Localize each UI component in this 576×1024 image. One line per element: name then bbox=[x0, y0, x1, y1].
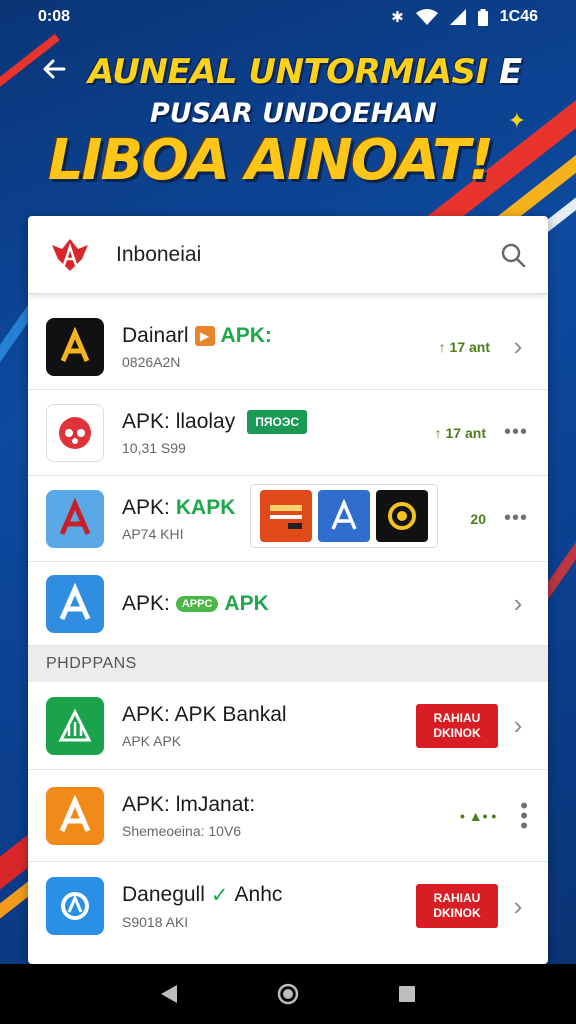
nav-back-icon[interactable] bbox=[159, 983, 179, 1005]
install-button[interactable]: RAHIAU DKINOK bbox=[416, 884, 498, 928]
nav-recents-icon[interactable] bbox=[397, 984, 417, 1004]
screenshot-thumb-icon bbox=[318, 490, 370, 542]
app-subtitle: 10,31 S99 bbox=[122, 439, 186, 456]
section-header: PHDPPANS bbox=[28, 646, 548, 682]
app-logo-icon bbox=[52, 238, 88, 271]
app-meta: APK: APPC APK bbox=[122, 592, 508, 616]
app-rating: ↑ 17 ant bbox=[438, 338, 490, 355]
app-title: APK: llaolay ПЯОЭС bbox=[122, 409, 435, 434]
chevron-right-icon[interactable]: › bbox=[508, 331, 528, 362]
bluetooth-icon: ✱ bbox=[391, 9, 404, 26]
nav-home-icon[interactable] bbox=[276, 982, 300, 1006]
back-arrow-icon[interactable] bbox=[40, 55, 72, 87]
chevron-right-icon[interactable]: › bbox=[508, 710, 528, 741]
check-icon: ✓ bbox=[210, 883, 229, 907]
app-icon-lmjanat bbox=[46, 786, 104, 845]
search-icon[interactable] bbox=[500, 242, 526, 268]
app-list-item[interactable]: Danegull ✓ Anhc S9018 AKI RAHIAU DKINOK … bbox=[28, 862, 548, 950]
app-meta: Dainarl ▶ APK: 0826A2N bbox=[122, 324, 439, 370]
header-title-line3: LIBOA AINOAT! bbox=[48, 128, 494, 193]
play-badge-icon: ▶ bbox=[194, 325, 215, 346]
app-icon-danegull bbox=[46, 877, 104, 935]
app-title: APK: APPC APK bbox=[122, 591, 269, 615]
screenshot-strip[interactable] bbox=[250, 484, 438, 548]
app-title: Danegull ✓ Anhc bbox=[122, 883, 283, 907]
app-subtitle: Shemeoeina: 10V6 bbox=[122, 822, 242, 839]
app-icon-llaolay bbox=[46, 403, 104, 462]
app-meta: APK: lmJanat: Shemeoeina: 10V6 bbox=[122, 793, 460, 839]
app-list-item[interactable]: APK: llaolay ПЯОЭС 10,31 S99 ↑ 17 ant ••… bbox=[28, 390, 548, 476]
chevron-right-icon[interactable]: › bbox=[508, 588, 528, 619]
app-icon-apk bbox=[46, 574, 104, 633]
chevron-right-icon[interactable]: › bbox=[508, 891, 528, 922]
battery-icon bbox=[477, 8, 488, 26]
search-bar[interactable]: Inboneiai bbox=[28, 216, 548, 294]
app-subtitle: S9018 AKI bbox=[122, 913, 189, 930]
search-input[interactable]: Inboneiai bbox=[116, 243, 500, 267]
more-horizontal-icon[interactable]: ••• bbox=[504, 507, 528, 530]
app-list-item[interactable]: APK: lmJanat: Shemeoeina: 10V6 • ▲• • • •… bbox=[28, 770, 548, 862]
screenshot-thumb-icon bbox=[260, 490, 312, 542]
signal-icon bbox=[449, 9, 466, 25]
more-vertical-icon[interactable]: • • • bbox=[520, 794, 528, 836]
navigation-bar bbox=[0, 964, 576, 1024]
app-rating: • ▲• • bbox=[459, 807, 497, 824]
status-time: 0:08 bbox=[38, 8, 71, 25]
app-list-item[interactable]: APK: KAPK AP74 KHI 20 ••• bbox=[28, 476, 548, 562]
app-meta: Danegull ✓ Anhc S9018 AKI bbox=[122, 883, 416, 930]
install-button[interactable]: RAHIAU DKINOK bbox=[416, 703, 498, 748]
app-tag: Anhc bbox=[234, 883, 283, 906]
app-title: APK: APK Bankal bbox=[122, 702, 287, 726]
app-tag: APK bbox=[224, 591, 269, 615]
app-icon-apk-bankal bbox=[46, 696, 104, 755]
app-subtitle: APK APK bbox=[122, 732, 182, 749]
header-title-line1-end: E bbox=[499, 52, 522, 92]
status-icons: ✱ 1C46 bbox=[391, 8, 538, 26]
app-rating: 20 bbox=[470, 510, 486, 527]
app-tag: KAPK bbox=[175, 495, 236, 519]
app-subtitle: 0826A2N bbox=[122, 353, 181, 370]
app-meta: APK: APK Bankal APK APK bbox=[122, 703, 416, 749]
app-title: Dainarl ▶ APK: bbox=[122, 323, 272, 347]
app-title: APK: lmJanat: bbox=[122, 792, 256, 816]
sparkle-icon: ✦ bbox=[507, 108, 526, 133]
screenshot-thumb-icon bbox=[376, 490, 428, 542]
status-bar: 0:08 ✱ 1C46 bbox=[0, 0, 576, 34]
app-icon-dainarl bbox=[46, 317, 104, 376]
app-list-item[interactable]: Dainarl ▶ APK: 0826A2N ↑ 17 ant › bbox=[28, 304, 548, 390]
app-chip: ПЯОЭС bbox=[247, 409, 308, 434]
app-icon-kapk bbox=[46, 489, 104, 548]
app-pill: APPC bbox=[175, 595, 219, 612]
status-clock: 1C46 bbox=[499, 8, 538, 25]
more-horizontal-icon[interactable]: ••• bbox=[504, 421, 528, 444]
header-title-line1: AUNEAL UNTORMIASI E bbox=[88, 52, 522, 92]
app-list-item[interactable]: APK: APK Bankal APK APK RAHIAU DKINOK › bbox=[28, 682, 548, 770]
header-title-line2: PUSAR UNDOEHAN bbox=[150, 98, 437, 129]
app-meta: APK: llaolay ПЯОЭС 10,31 S99 bbox=[122, 409, 435, 456]
app-list-card: Inboneiai Dainarl ▶ APK: 0826A2N ↑ 17 an… bbox=[28, 216, 548, 964]
wifi-icon bbox=[415, 9, 438, 25]
app-tag: APK: bbox=[220, 323, 272, 347]
app-list-item[interactable]: APK: APPC APK › bbox=[28, 562, 548, 646]
app-rating: ↑ 17 ant bbox=[434, 424, 486, 441]
